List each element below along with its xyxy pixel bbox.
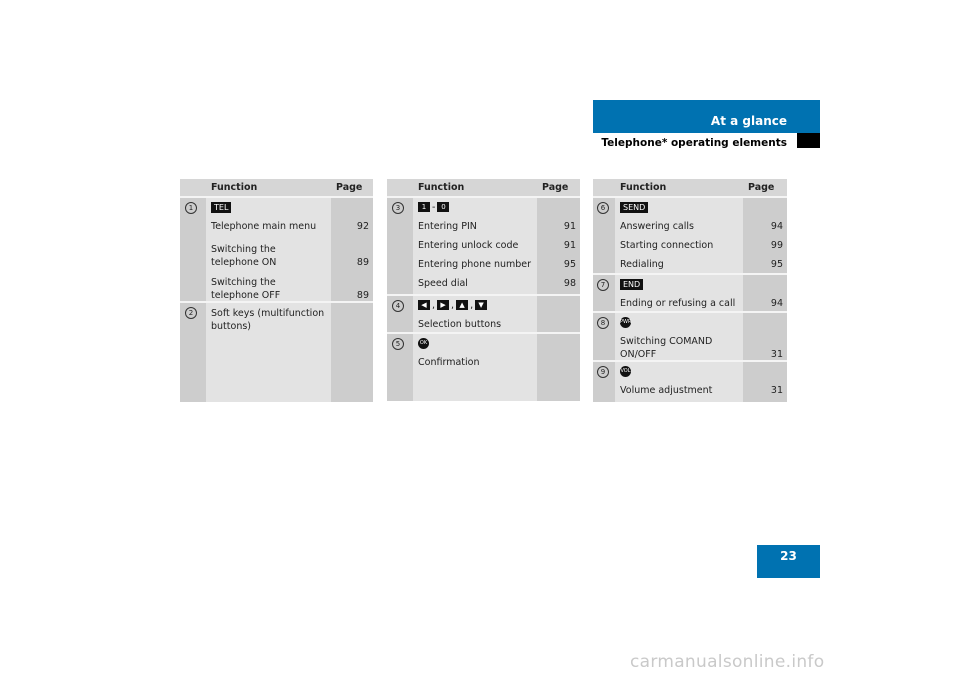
page-ref: 89 bbox=[356, 257, 369, 268]
function-text: Selection buttons bbox=[418, 319, 502, 330]
function-text: Entering unlock code bbox=[418, 240, 519, 251]
page-ref: 98 bbox=[563, 278, 576, 289]
header-page: Page bbox=[743, 179, 787, 196]
item-number: 6 bbox=[597, 202, 609, 214]
function-text: Switching the telephone ON bbox=[211, 244, 277, 268]
function-text: Confirmation bbox=[418, 357, 480, 368]
end-key-icon: END bbox=[620, 279, 644, 290]
function-text: Switching the telephone OFF bbox=[211, 277, 281, 301]
table-row: 5 OK Confirmation bbox=[387, 334, 580, 401]
item-number: 3 bbox=[392, 202, 404, 214]
ok-key-icon: OK bbox=[418, 338, 429, 349]
manual-page: { "header":{"section":"At a glance","sub… bbox=[0, 0, 960, 678]
page-number: 23 bbox=[757, 545, 820, 578]
down-arrow-key-icon: ▼ bbox=[475, 300, 488, 310]
function-text: Soft keys (multifunction buttons) bbox=[206, 303, 331, 402]
page-ref: 95 bbox=[770, 259, 783, 270]
page-ref: 94 bbox=[770, 298, 783, 309]
header-page: Page bbox=[331, 179, 373, 196]
function-text: Redialing bbox=[620, 259, 664, 270]
tel-key-icon: TEL bbox=[211, 202, 232, 213]
item-number: 7 bbox=[597, 279, 609, 291]
digit-1-key-icon: 1 bbox=[418, 202, 430, 212]
volume-knob-icon: VOL bbox=[620, 366, 631, 377]
function-text: Starting connection bbox=[620, 240, 714, 251]
page-ref: 92 bbox=[356, 221, 369, 232]
section-subtitle: Telephone* operating elements bbox=[601, 137, 787, 149]
header-page: Page bbox=[537, 179, 580, 196]
up-arrow-key-icon: ▲ bbox=[456, 300, 469, 310]
page-ref: 89 bbox=[356, 290, 369, 301]
left-arrow-key-icon: ◀ bbox=[418, 300, 430, 310]
table-row: 6 SEND Answering calls Starting connecti… bbox=[593, 198, 787, 275]
page-ref: 99 bbox=[770, 240, 783, 251]
table-row: 4 ◀, ▶, ▲, ▼ Selection buttons bbox=[387, 296, 580, 334]
item-number: 1 bbox=[185, 202, 197, 214]
page-ref: 94 bbox=[770, 221, 783, 232]
function-text: Telephone main menu bbox=[211, 221, 317, 232]
item-number: 9 bbox=[597, 366, 609, 378]
function-text: Ending or refusing a call bbox=[620, 298, 736, 309]
table-row: 9 VOL Volume adjustment 31 bbox=[593, 362, 787, 402]
range-separator: - bbox=[432, 202, 436, 213]
function-text: Switching COMAND ON/OFF bbox=[620, 336, 713, 360]
page-ref: 31 bbox=[770, 385, 783, 396]
section-header: At a glance bbox=[593, 100, 820, 133]
function-text: Answering calls bbox=[620, 221, 694, 232]
page-ref: 91 bbox=[563, 221, 576, 232]
page-ref: 31 bbox=[770, 349, 783, 360]
header-function: Function bbox=[206, 179, 331, 196]
header-function: Function bbox=[413, 179, 537, 196]
table-row: 1 TEL Telephone main menu Switching the … bbox=[180, 198, 373, 303]
page-ref: 95 bbox=[563, 259, 576, 270]
right-arrow-key-icon: ▶ bbox=[437, 300, 450, 310]
power-knob-icon: PWR bbox=[620, 317, 631, 328]
item-number: 8 bbox=[597, 317, 609, 329]
function-text: Entering phone number bbox=[418, 259, 532, 270]
item-number: 4 bbox=[392, 300, 404, 312]
header-function: Function bbox=[615, 179, 743, 196]
function-text: Entering PIN bbox=[418, 221, 477, 232]
table-row: 3 1-0 Entering PIN Entering unlock code … bbox=[387, 198, 580, 296]
send-key-icon: SEND bbox=[620, 202, 649, 213]
item-number: 5 bbox=[392, 338, 404, 350]
function-table-2: Function Page 3 1-0 Entering PIN Enterin… bbox=[387, 179, 580, 401]
digit-0-key-icon: 0 bbox=[437, 202, 450, 212]
table-row: 8 PWR Switching COMAND ON/OFF 31 bbox=[593, 313, 787, 362]
table-row: 7 END Ending or refusing a call 94 bbox=[593, 275, 787, 313]
function-table-3: Function Page 6 SEND Answering calls Sta… bbox=[593, 179, 787, 402]
page-ref: 91 bbox=[563, 240, 576, 251]
watermark: carmanualsonline.info bbox=[630, 652, 825, 672]
header-marker bbox=[797, 133, 820, 148]
table-row: 2 Soft keys (multifunction buttons) bbox=[180, 303, 373, 402]
function-text: Speed dial bbox=[418, 278, 468, 289]
function-text: Volume adjustment bbox=[620, 385, 713, 396]
item-number: 2 bbox=[185, 307, 197, 319]
function-table-1: Function Page 1 TEL Telephone main menu … bbox=[180, 179, 373, 402]
